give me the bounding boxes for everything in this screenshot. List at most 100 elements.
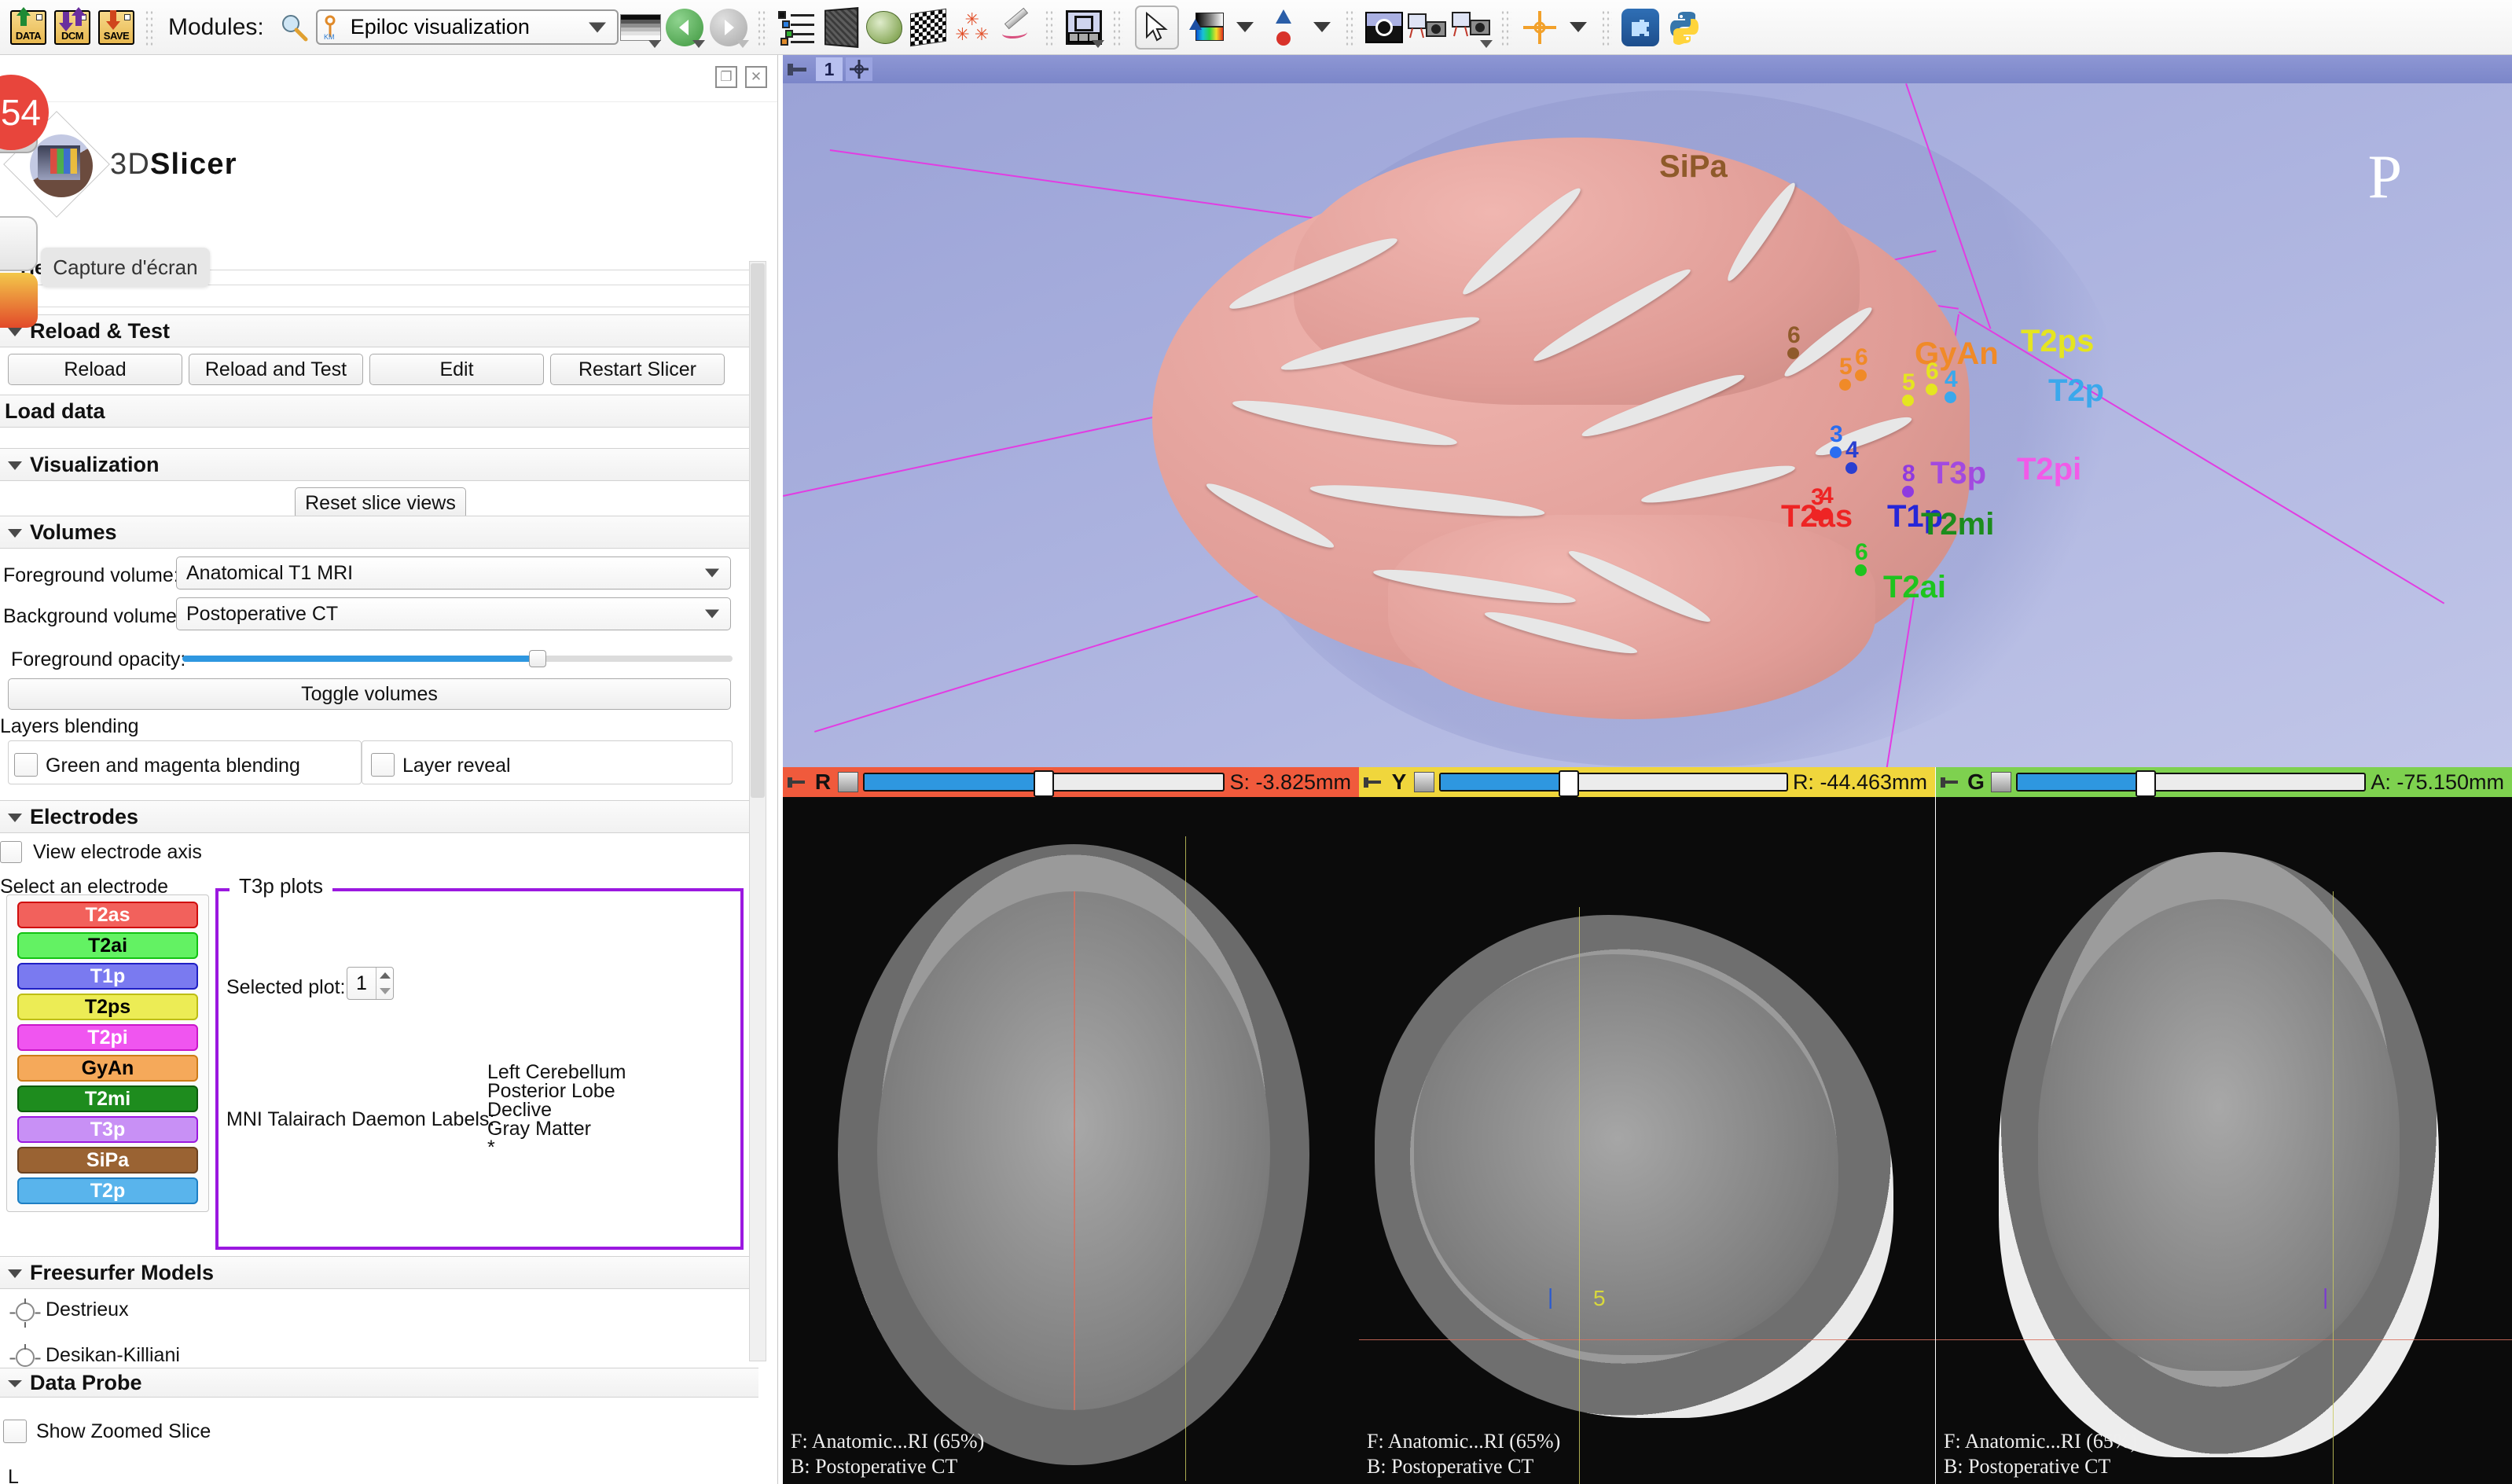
slice-view-green[interactable]: G A: -75.150mm | F: Anatomic...RI (65%) … — [1936, 767, 2512, 1484]
desikan-killiani-radio[interactable] — [11, 1346, 39, 1369]
foreground-volume-select[interactable]: Anatomical T1 MRI — [176, 556, 731, 590]
electrode-button-t2ai[interactable]: T2ai — [17, 932, 198, 959]
scene-view-capture-icon[interactable] — [1450, 6, 1494, 50]
pin-icon[interactable] — [788, 59, 813, 79]
visibility-icon[interactable] — [838, 772, 858, 792]
visibility-icon[interactable] — [1414, 772, 1434, 792]
electrode-contact-dot[interactable] — [1945, 391, 1956, 403]
3d-view-tab-number[interactable]: 1 — [816, 57, 843, 81]
scene-view-icon[interactable] — [1406, 6, 1450, 50]
transforms-icon[interactable] — [906, 6, 950, 50]
volume-rendering-icon[interactable] — [818, 6, 862, 50]
section-data-probe[interactable]: Data Probe — [0, 1368, 758, 1398]
electrode-contact-dot[interactable] — [1926, 384, 1937, 395]
electrode-button-t1p[interactable]: T1p — [17, 963, 198, 990]
markup-pin-icon[interactable] — [1262, 6, 1306, 50]
chevron-down-icon[interactable] — [1313, 22, 1331, 32]
section-freesurfer-models[interactable]: Freesurfer Models — [0, 1256, 758, 1289]
save-data-icon[interactable]: SAVE — [94, 6, 138, 50]
undo-icon[interactable] — [663, 6, 707, 50]
crosshair-icon[interactable] — [1518, 6, 1562, 50]
reload-button[interactable]: Reload — [8, 354, 182, 385]
panel-scrollbar-thumb[interactable] — [751, 263, 765, 798]
electrode-button-sipa[interactable]: SiPa — [17, 1147, 198, 1174]
slice-offset-slider-green[interactable] — [2016, 773, 2366, 792]
electrode-button-t2ps[interactable]: T2ps — [17, 994, 198, 1020]
python-console-icon[interactable] — [1662, 6, 1706, 50]
stepper-down-icon[interactable] — [376, 983, 393, 999]
show-zoomed-slice-checkbox[interactable] — [3, 1420, 27, 1443]
electrode-contact-dot[interactable] — [1902, 486, 1914, 498]
segment-editor-icon[interactable] — [994, 6, 1038, 50]
section-reload-test[interactable]: Reload & Test — [0, 314, 758, 347]
chevron-down-icon[interactable] — [1570, 22, 1587, 32]
slice-offset-slider-red[interactable] — [863, 773, 1225, 792]
markups-icon[interactable]: ✳✳ ✳ — [950, 6, 994, 50]
toggle-volumes-button[interactable]: Toggle volumes — [8, 678, 731, 710]
layout-icon[interactable] — [1062, 6, 1106, 50]
crosshair-icon[interactable] — [846, 57, 872, 81]
section-electrodes[interactable]: Electrodes — [0, 800, 758, 833]
electrode-contact-dot[interactable] — [1845, 462, 1857, 474]
load-data-icon[interactable]: DATA — [6, 6, 50, 50]
panel-scrollbar[interactable] — [749, 261, 766, 1361]
green-magenta-blending-checkbox[interactable] — [14, 753, 38, 777]
reload-and-test-button[interactable]: Reload and Test — [189, 354, 363, 385]
close-window-icon[interactable]: ✕ — [745, 66, 767, 88]
electrode-button-gyan[interactable]: GyAn — [17, 1055, 198, 1082]
electrode-contact-dot[interactable] — [1902, 395, 1914, 406]
slice-image-red[interactable]: F: Anatomic...RI (65%) B: Postoperative … — [783, 797, 1359, 1484]
electrode-button-t3p[interactable]: T3p — [17, 1116, 198, 1143]
selected-plot-stepper[interactable]: 1 — [347, 967, 394, 1000]
destrieux-radio[interactable] — [11, 1300, 39, 1324]
background-volume-select[interactable]: Postoperative CT — [176, 597, 731, 630]
electrode-list[interactable]: T2as T2ai T1p T2ps T2pi GyAn T2mi T3p SiPa T2p — [6, 894, 209, 1212]
foreground-opacity-slider[interactable] — [182, 650, 733, 667]
electrode-button-t2as[interactable]: T2as — [17, 902, 198, 928]
pin-icon[interactable] — [1364, 773, 1384, 791]
brain-surface-model[interactable] — [1152, 138, 1993, 711]
dock-app-icon[interactable] — [0, 273, 38, 328]
electrode-button-t2mi[interactable]: T2mi — [17, 1085, 198, 1112]
restore-window-icon[interactable]: ❐ — [715, 66, 737, 88]
models-icon[interactable] — [862, 6, 906, 50]
module-selector[interactable]: KM Epiloc visualization — [316, 9, 619, 45]
view-electrode-axis-checkbox[interactable] — [0, 841, 22, 863]
screenshot-icon[interactable] — [1362, 6, 1406, 50]
edit-button[interactable]: Edit — [369, 354, 544, 385]
dock-app-icon[interactable] — [0, 216, 38, 271]
chevron-down-icon[interactable] — [1236, 22, 1254, 32]
electrode-button-t2pi[interactable]: T2pi — [17, 1024, 198, 1051]
layer-reveal-checkbox[interactable] — [371, 753, 395, 777]
section-volumes[interactable]: Volumes — [0, 516, 758, 549]
electrode-contact-dot[interactable] — [1820, 508, 1832, 520]
slice-view-yellow[interactable]: Y R: -44.463mm | 5 F: Anatomic...RI (65%… — [1359, 767, 1935, 1484]
extension-manager-icon[interactable] — [1618, 6, 1662, 50]
electrode-contact-dot[interactable] — [1830, 446, 1842, 458]
3d-view[interactable]: 1 P SiPaGyAnT2p — [783, 55, 2512, 767]
slice-image-green[interactable]: | F: Anatomic...RI (65%) B: Postoperativ… — [1936, 797, 2512, 1484]
section-load-data[interactable]: Load data — [0, 395, 758, 428]
electrode-contact-dot[interactable] — [1839, 379, 1851, 391]
pin-icon[interactable] — [1941, 773, 1961, 791]
restart-slicer-button[interactable]: Restart Slicer — [550, 354, 725, 385]
pin-icon[interactable] — [788, 773, 808, 791]
electrode-contact-dot[interactable] — [1855, 564, 1867, 576]
stepper-up-icon[interactable] — [376, 968, 393, 983]
visibility-icon[interactable] — [1991, 772, 2011, 792]
mouse-mode-cursor-icon[interactable] — [1129, 6, 1184, 50]
window-level-icon[interactable] — [619, 6, 663, 50]
slice-image-yellow[interactable]: | 5 F: Anatomic...RI (65%) B: Postoperat… — [1359, 797, 1935, 1484]
reset-slice-views-button[interactable]: Reset slice views — [295, 487, 466, 519]
load-dicom-icon[interactable]: DCM — [50, 6, 94, 50]
subject-hierarchy-icon[interactable] — [774, 6, 818, 50]
colors-icon[interactable] — [1184, 6, 1228, 50]
slice-offset-slider-yellow[interactable] — [1439, 773, 1788, 792]
slice-view-red[interactable]: R S: -3.825mm F: Anatomic...RI (65%) B: … — [783, 767, 1359, 1484]
electrode-contact-dot[interactable] — [1787, 347, 1799, 359]
search-icon[interactable] — [272, 6, 316, 50]
redo-icon[interactable] — [707, 6, 751, 50]
electrode-contact-dot[interactable] — [1855, 369, 1867, 381]
electrode-button-t2p[interactable]: T2p — [17, 1177, 198, 1204]
section-visualization[interactable]: Visualization — [0, 448, 758, 481]
